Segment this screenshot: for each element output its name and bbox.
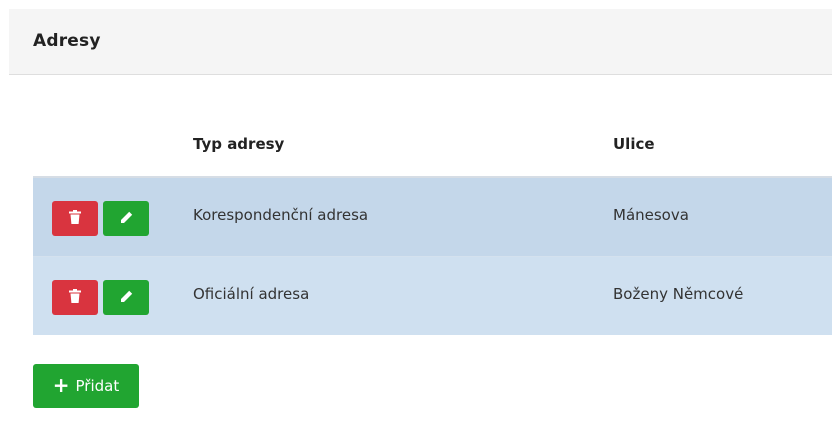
- delete-button[interactable]: [52, 201, 98, 236]
- add-button-label: Přidat: [75, 377, 120, 395]
- panel-title: Adresy: [33, 31, 101, 51]
- edit-button[interactable]: [103, 280, 149, 315]
- cell-street: Mánesova: [613, 206, 689, 224]
- table-row: Korespondenční adresa Mánesova: [33, 178, 832, 257]
- add-button[interactable]: + Přidat: [33, 364, 139, 408]
- address-table: Typ adresy Ulice Korespondenční adresa M…: [33, 118, 832, 335]
- cell-address-type: Oficiální adresa: [193, 285, 310, 303]
- panel-header: Adresy: [9, 9, 832, 75]
- cell-address-type: Korespondenční adresa: [193, 206, 369, 224]
- table-row: Oficiální adresa Boženy Němcové: [33, 257, 832, 335]
- delete-button[interactable]: [52, 280, 98, 315]
- pencil-icon: [120, 288, 133, 307]
- table-header: Typ adresy Ulice: [33, 118, 832, 178]
- column-header-address-type: Typ adresy: [193, 135, 285, 153]
- pencil-icon: [120, 209, 133, 228]
- trash-icon: [69, 288, 81, 307]
- trash-icon: [69, 209, 81, 228]
- plus-icon: +: [52, 373, 70, 397]
- edit-button[interactable]: [103, 201, 149, 236]
- column-header-street: Ulice: [613, 135, 655, 153]
- cell-street: Boženy Němcové: [613, 285, 744, 303]
